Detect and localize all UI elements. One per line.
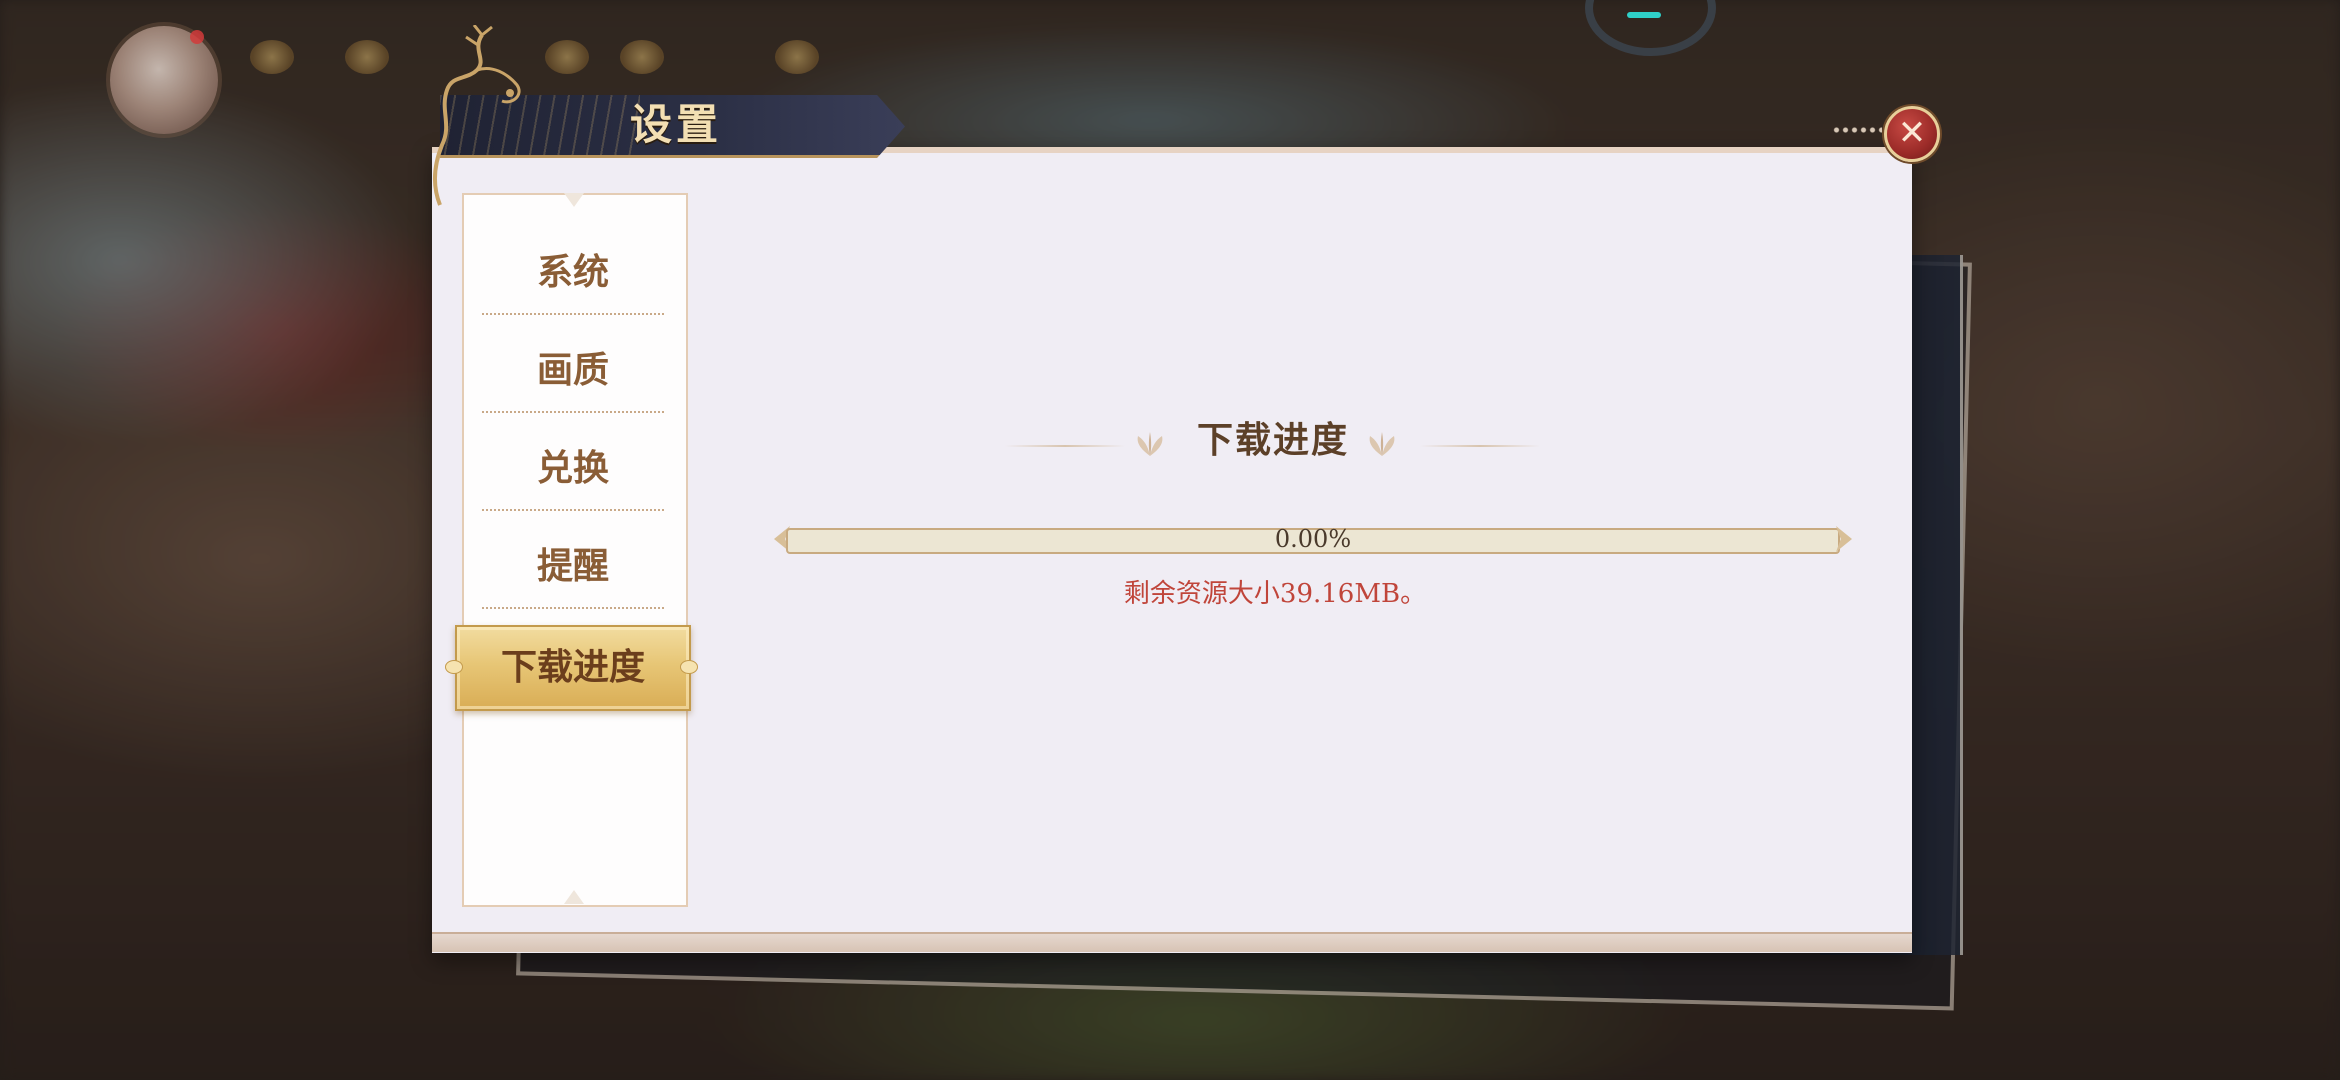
hud-ring-accent: [1627, 12, 1661, 18]
notification-dot: [190, 30, 204, 44]
sidebar-item-graphics[interactable]: 画质: [480, 322, 666, 418]
leaf-ornament-icon: [1369, 432, 1395, 456]
page-title: 设置: [630, 100, 723, 149]
player-avatar: [110, 26, 218, 134]
active-tab-gem-left: [445, 660, 463, 674]
sidebar-item-redeem[interactable]: 兑换: [480, 420, 666, 516]
sidebar-divider: [482, 411, 664, 413]
close-icon: ✕: [1897, 113, 1927, 153]
active-tab-gem-right: [680, 660, 698, 674]
hud-item-icon: [620, 40, 664, 74]
section-title-line-left: [1005, 445, 1125, 447]
sidebar-divider: [482, 313, 664, 315]
close-button[interactable]: ✕: [1884, 106, 1940, 162]
sidebar-item-download-progress[interactable]: 下载进度: [455, 625, 691, 711]
sidebar-item-reminder[interactable]: 提醒: [480, 518, 666, 614]
deer-ornament-icon: [433, 25, 521, 206]
panel-bottom-border: [432, 932, 1912, 952]
sidebar-item-system[interactable]: 系统: [480, 224, 666, 320]
remaining-size-text: 剩余资源大小39.16MB。: [1123, 579, 1427, 609]
sidebar-divider: [482, 509, 664, 511]
section-title-line-right: [1420, 445, 1540, 447]
section-title: 下载进度: [1196, 419, 1349, 461]
hud-item-icon: [345, 40, 389, 74]
leaf-ornament-icon: [1137, 432, 1163, 456]
hud-item-icon: [775, 40, 819, 74]
close-button-dots: [1832, 126, 1882, 134]
hud-item-icon: [545, 40, 589, 74]
sidebar-divider: [482, 607, 664, 609]
download-progress-percent: 0.00%: [1274, 525, 1352, 553]
hud-currency-icon: [250, 40, 294, 74]
